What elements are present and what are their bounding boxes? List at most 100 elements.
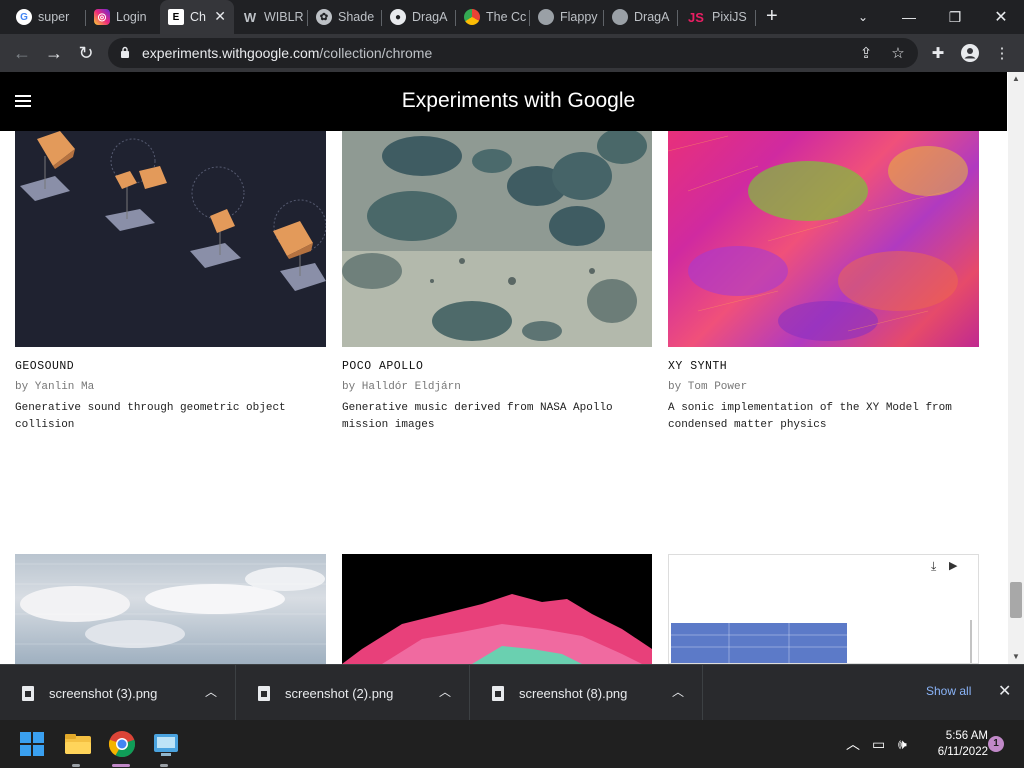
tab-super[interactable]: G super bbox=[8, 0, 86, 34]
download-item[interactable]: screenshot (8).png ︿ bbox=[470, 665, 703, 721]
extensions-icon[interactable]: ✚ bbox=[926, 41, 950, 65]
tab-the-cc[interactable]: The Cc bbox=[456, 0, 530, 34]
download-item[interactable]: screenshot (3).png ︿ bbox=[0, 665, 236, 721]
system-clock[interactable]: 5:56 AM 6/11/2022 bbox=[928, 728, 988, 760]
site-header: Experiments with Google bbox=[0, 72, 1007, 131]
tab-drag-a-2[interactable]: DragA bbox=[604, 0, 678, 34]
card-description: Generative sound through geometric objec… bbox=[15, 402, 286, 431]
download-item[interactable]: screenshot (2).png ︿ bbox=[236, 665, 470, 721]
card-description: Generative music derived from NASA Apoll… bbox=[342, 402, 613, 431]
tab-label: super bbox=[38, 10, 70, 24]
clouds-thumbnail[interactable] bbox=[15, 554, 326, 664]
tab-login[interactable]: ◎ Login bbox=[86, 0, 160, 34]
reload-button[interactable]: ↻ bbox=[74, 41, 98, 65]
tab-pixijs[interactable]: JS PixiJS bbox=[678, 0, 756, 34]
instagram-icon: ◎ bbox=[94, 9, 110, 25]
notification-badge[interactable]: 1 bbox=[988, 736, 1004, 752]
play-icon[interactable]: ▶ bbox=[949, 559, 957, 572]
tab-strip: G super ◎ Login E Ch ✕ W WIBLR ✿ Shade ●… bbox=[0, 0, 1024, 34]
experiments-icon: E bbox=[168, 9, 184, 25]
globe-icon bbox=[612, 9, 628, 25]
minimize-button[interactable]: — bbox=[886, 0, 932, 34]
tab-experiments[interactable]: E Ch ✕ bbox=[160, 0, 234, 34]
card-author: by Tom Power bbox=[668, 381, 748, 393]
tab-flappy[interactable]: Flappy bbox=[530, 0, 604, 34]
poco-apollo-thumbnail[interactable] bbox=[342, 131, 652, 347]
tab-label: Login bbox=[116, 10, 147, 24]
tab-label: Flappy bbox=[560, 10, 598, 24]
bookmark-star-icon[interactable]: ☆ bbox=[886, 41, 910, 65]
forward-button[interactable]: → bbox=[42, 41, 66, 65]
tab-label: DragA bbox=[412, 10, 448, 24]
url-text: experiments.withgoogle.com/collection/ch… bbox=[142, 45, 433, 61]
windows-taskbar: ︿ ▭ 🕪 5:56 AM 6/11/2022 bbox=[0, 720, 1024, 768]
close-download-bar-icon[interactable]: ✕ bbox=[998, 681, 1011, 701]
chrome-icon bbox=[464, 9, 480, 25]
back-button[interactable]: ← bbox=[10, 41, 34, 65]
page-content: GEOSOUND by Yanlin Ma Generative sound t… bbox=[0, 72, 1008, 664]
tab-label: PixiJS bbox=[712, 10, 747, 24]
chevron-up-icon[interactable]: ︿ bbox=[672, 683, 684, 700]
show-all-downloads-link[interactable]: Show all bbox=[926, 684, 971, 698]
profile-icon[interactable] bbox=[958, 41, 982, 65]
globe-icon bbox=[538, 9, 554, 25]
card-author: by Yanlin Ma bbox=[15, 381, 95, 393]
card-author: by Halldór Eldjárn bbox=[342, 381, 461, 393]
lock-icon bbox=[121, 46, 129, 58]
page-scrollbar[interactable]: ▲ ▼ bbox=[1008, 72, 1024, 664]
download-filename: screenshot (2).png bbox=[285, 685, 394, 701]
share-icon[interactable]: ⇪ bbox=[854, 41, 878, 65]
site-title[interactable]: Experiments with Google bbox=[0, 89, 1008, 113]
tab-wiblr[interactable]: W WIBLR bbox=[234, 0, 308, 34]
close-window-button[interactable]: ✕ bbox=[978, 0, 1024, 34]
tab-search-icon[interactable]: ⌄ bbox=[840, 0, 886, 34]
download-filename: screenshot (8).png bbox=[519, 685, 628, 701]
tab-shader[interactable]: ✿ Shade bbox=[308, 0, 382, 34]
tab-label: Shade bbox=[338, 10, 375, 24]
address-bar[interactable]: experiments.withgoogle.com/collection/ch… bbox=[108, 38, 918, 68]
chrome-app-icon[interactable] bbox=[108, 730, 136, 758]
tab-label: WIBLR bbox=[264, 10, 304, 24]
download-filename: screenshot (3).png bbox=[49, 685, 158, 701]
google-icon: G bbox=[16, 9, 32, 25]
card-title[interactable]: POCO APOLLO bbox=[342, 360, 423, 373]
clock-time: 5:56 AM bbox=[945, 730, 988, 742]
chevron-up-icon[interactable]: ︿ bbox=[439, 683, 451, 700]
scroll-up-icon[interactable]: ▲ bbox=[1012, 74, 1020, 83]
file-explorer-icon[interactable] bbox=[64, 730, 92, 758]
download-bar: screenshot (3).png ︿ screenshot (2).png … bbox=[0, 664, 1024, 721]
shader-icon: ✿ bbox=[316, 9, 332, 25]
close-tab-icon[interactable]: ✕ bbox=[214, 8, 226, 25]
restore-button[interactable]: ❐ bbox=[932, 0, 978, 34]
file-icon bbox=[22, 685, 34, 701]
browser-toolbar: ← → ↻ experiments.withgoogle.com/collect… bbox=[0, 34, 1024, 72]
file-icon bbox=[258, 685, 270, 701]
xy-synth-thumbnail[interactable] bbox=[668, 131, 979, 347]
waves-thumbnail[interactable] bbox=[342, 554, 652, 664]
w-icon: W bbox=[243, 9, 257, 25]
new-tab-button[interactable]: + bbox=[766, 5, 778, 28]
tab-label: DragA bbox=[634, 10, 670, 24]
card-description: A sonic implementation of the XY Model f… bbox=[668, 402, 952, 431]
scrollbar-thumb[interactable] bbox=[1010, 582, 1022, 618]
windows-start-icon[interactable] bbox=[20, 732, 44, 756]
volume-icon[interactable]: 🕪 bbox=[898, 720, 907, 768]
tab-drag-a-1[interactable]: ● DragA bbox=[382, 0, 456, 34]
file-icon bbox=[492, 685, 504, 701]
card-title[interactable]: GEOSOUND bbox=[15, 360, 74, 373]
tab-label: The Cc bbox=[486, 10, 527, 24]
grid-thumbnail[interactable]: ⤓ ▶ bbox=[668, 554, 979, 664]
clock-date: 6/11/2022 bbox=[937, 746, 988, 758]
control-panel-icon[interactable] bbox=[152, 730, 180, 758]
network-icon[interactable]: ▭ bbox=[872, 720, 885, 768]
geosound-thumbnail[interactable] bbox=[15, 131, 326, 347]
show-hidden-icons[interactable]: ︿ bbox=[846, 720, 860, 768]
menu-kebab-icon[interactable]: ⋮ bbox=[990, 41, 1014, 65]
pixijs-icon: JS bbox=[688, 9, 704, 25]
github-icon: ● bbox=[390, 9, 406, 25]
scroll-down-icon[interactable]: ▼ bbox=[1012, 652, 1020, 661]
card-title[interactable]: XY SYNTH bbox=[668, 360, 727, 373]
chevron-up-icon[interactable]: ︿ bbox=[205, 683, 217, 700]
download-icon[interactable]: ⤓ bbox=[931, 559, 936, 574]
tab-label: Ch bbox=[190, 10, 206, 24]
